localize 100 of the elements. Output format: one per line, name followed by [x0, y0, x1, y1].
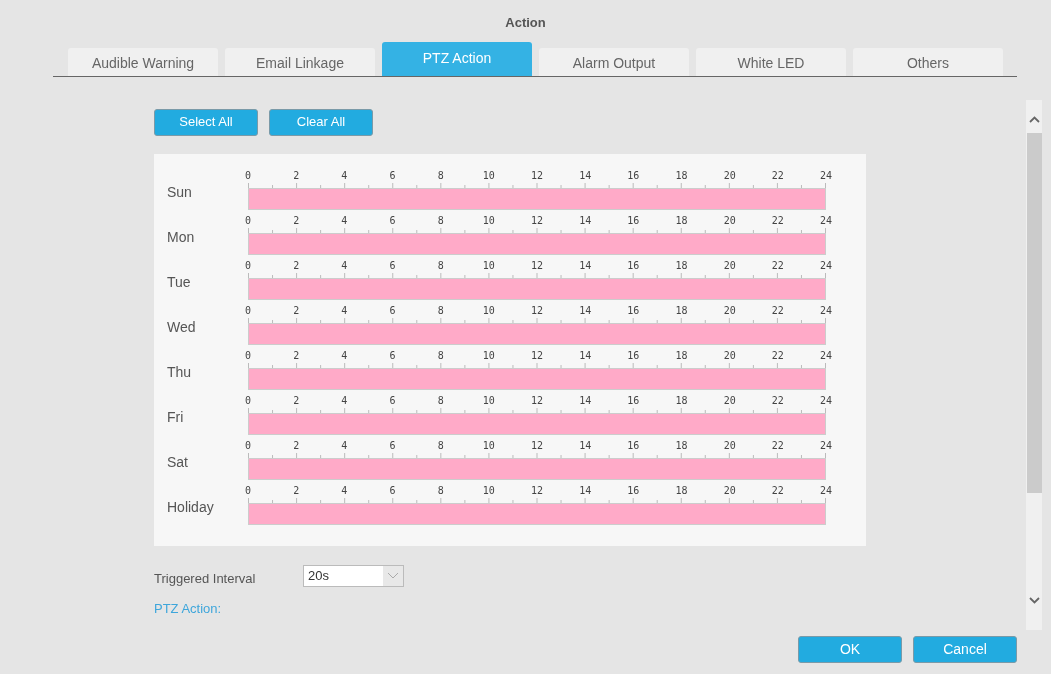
hour-label: 18 — [675, 304, 688, 317]
hour-label: 2 — [293, 439, 300, 452]
hour-label: 0 — [245, 169, 251, 182]
schedule-bar[interactable] — [248, 457, 826, 480]
hour-label: 8 — [437, 394, 444, 407]
hour-label: 14 — [579, 214, 592, 227]
hour-label: 10 — [482, 394, 495, 407]
hour-label: 18 — [675, 259, 688, 272]
hour-label: 10 — [482, 169, 495, 182]
hour-label: 22 — [771, 394, 784, 407]
tab[interactable]: Audible Warning — [68, 47, 218, 76]
hour-label: 8 — [437, 214, 444, 227]
tab[interactable]: Others — [853, 47, 1003, 76]
hour-label: 4 — [341, 439, 348, 452]
hour-label: 12 — [531, 394, 543, 407]
schedule-button[interactable]: Select All — [154, 108, 258, 136]
hour-label: 10 — [482, 439, 495, 452]
field-label: Triggered Interval — [154, 569, 257, 588]
hour-label: 24 — [820, 439, 832, 452]
hour-label: 10 — [482, 214, 495, 227]
day-label: Sun — [167, 182, 193, 202]
chevron-up-icon[interactable] — [1028, 115, 1040, 123]
hour-label: 4 — [341, 304, 348, 317]
hour-label: 20 — [723, 304, 736, 317]
tab[interactable]: White LED — [696, 47, 846, 76]
schedule-bar[interactable] — [248, 277, 826, 300]
hour-label: 8 — [437, 259, 444, 272]
hour-label: 12 — [531, 304, 543, 317]
schedule-bar[interactable] — [248, 322, 826, 345]
hour-label: 24 — [820, 304, 832, 317]
hour-label: 6 — [389, 349, 396, 362]
hour-label: 10 — [482, 484, 495, 497]
hour-label: 16 — [627, 169, 640, 182]
schedule-button[interactable]: Clear All — [269, 108, 373, 136]
hour-label: 6 — [389, 304, 396, 317]
hour-label: 22 — [771, 439, 784, 452]
hour-label: 4 — [341, 484, 348, 497]
day-label: Mon — [167, 227, 196, 247]
hour-label: 20 — [723, 259, 736, 272]
hour-label: 18 — [675, 169, 688, 182]
hour-label: 18 — [675, 439, 688, 452]
hour-label: 20 — [723, 169, 736, 182]
scrollbar[interactable] — [1026, 99, 1042, 630]
day-label: Holiday — [167, 497, 215, 517]
hour-label: 12 — [531, 169, 543, 182]
hour-label: 8 — [437, 484, 444, 497]
schedule-bar[interactable] — [248, 412, 826, 435]
hour-label: 14 — [579, 259, 592, 272]
hour-label: 0 — [245, 349, 251, 362]
dialog-button[interactable]: Cancel — [913, 636, 1017, 663]
tab[interactable]: Email Linkage — [225, 47, 375, 76]
day-label: Tue — [167, 272, 192, 292]
hour-label: 20 — [723, 394, 736, 407]
hour-label: 16 — [627, 394, 640, 407]
hour-label: 0 — [245, 214, 251, 227]
hour-label: 22 — [771, 349, 784, 362]
chevron-down-icon[interactable] — [1028, 596, 1040, 604]
hour-label: 2 — [293, 394, 300, 407]
hour-label: 22 — [771, 214, 784, 227]
hour-label: 10 — [482, 349, 495, 362]
hour-label: 2 — [293, 304, 300, 317]
scrollbar-thumb[interactable] — [1026, 132, 1042, 493]
schedule-bar[interactable] — [248, 232, 826, 255]
hour-label: 12 — [531, 439, 543, 452]
hour-label: 14 — [579, 439, 592, 452]
hour-label: 8 — [437, 349, 444, 362]
schedule-bar[interactable] — [248, 187, 826, 210]
hour-label: 12 — [531, 349, 543, 362]
chevron-down-icon — [387, 572, 399, 579]
hour-label: 18 — [675, 394, 688, 407]
schedule-bar[interactable] — [248, 367, 826, 390]
hour-label: 14 — [579, 394, 592, 407]
hour-label: 16 — [627, 484, 640, 497]
hour-label: 14 — [579, 304, 592, 317]
interval-select[interactable]: 20s — [303, 564, 404, 587]
hour-label: 12 — [531, 259, 543, 272]
hour-label: 12 — [531, 484, 543, 497]
schedule-bar[interactable] — [248, 502, 826, 525]
hour-label: 6 — [389, 259, 396, 272]
hour-label: 0 — [245, 259, 251, 272]
hour-label: 20 — [723, 349, 736, 362]
hour-label: 22 — [771, 484, 784, 497]
hour-label: 4 — [341, 259, 348, 272]
hour-label: 0 — [245, 394, 251, 407]
hour-label: 20 — [723, 214, 736, 227]
hour-label: 24 — [820, 484, 832, 497]
hour-label: 22 — [771, 304, 784, 317]
hour-label: 20 — [723, 484, 736, 497]
hour-label: 4 — [341, 349, 348, 362]
dialog-button[interactable]: OK — [798, 636, 902, 663]
hour-label: 2 — [293, 169, 300, 182]
hour-label: 8 — [437, 169, 444, 182]
hour-label: 6 — [389, 484, 396, 497]
hour-label: 4 — [341, 214, 348, 227]
tab[interactable]: Alarm Output — [539, 47, 689, 76]
hour-label: 12 — [531, 214, 543, 227]
hour-label: 16 — [627, 349, 640, 362]
hour-label: 20 — [723, 439, 736, 452]
hour-label: 14 — [579, 169, 592, 182]
hour-label: 24 — [820, 394, 832, 407]
